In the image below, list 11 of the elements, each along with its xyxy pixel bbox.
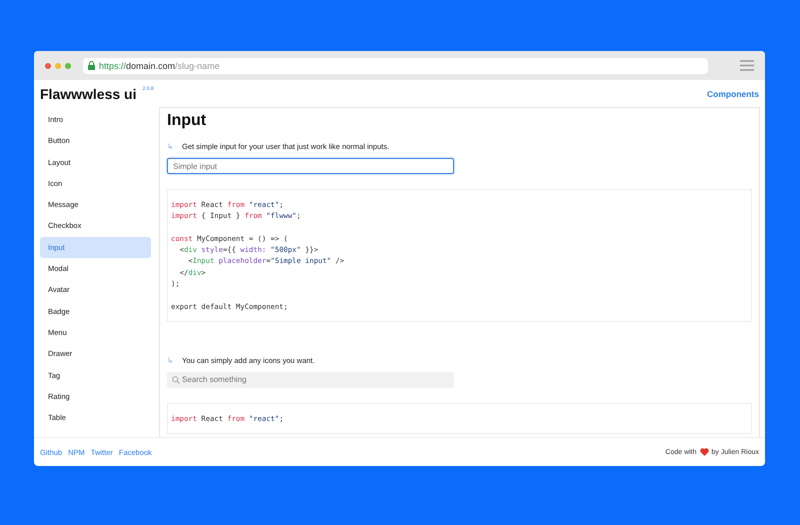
components-link[interactable]: Components (707, 88, 759, 98)
search-field[interactable]: Search something (167, 372, 454, 388)
input-field[interactable]: Simple input (167, 158, 454, 174)
heart-icon (700, 448, 709, 456)
lock-icon (88, 61, 95, 70)
menu-icon[interactable] (740, 60, 754, 71)
window-controls-icon[interactable] (45, 62, 71, 68)
address-bar[interactable]: https://domain.com/slug-name (83, 58, 708, 74)
app-title: Flawwwless ui (40, 86, 136, 102)
page-title: Input (167, 112, 208, 130)
search-icon (172, 376, 180, 384)
